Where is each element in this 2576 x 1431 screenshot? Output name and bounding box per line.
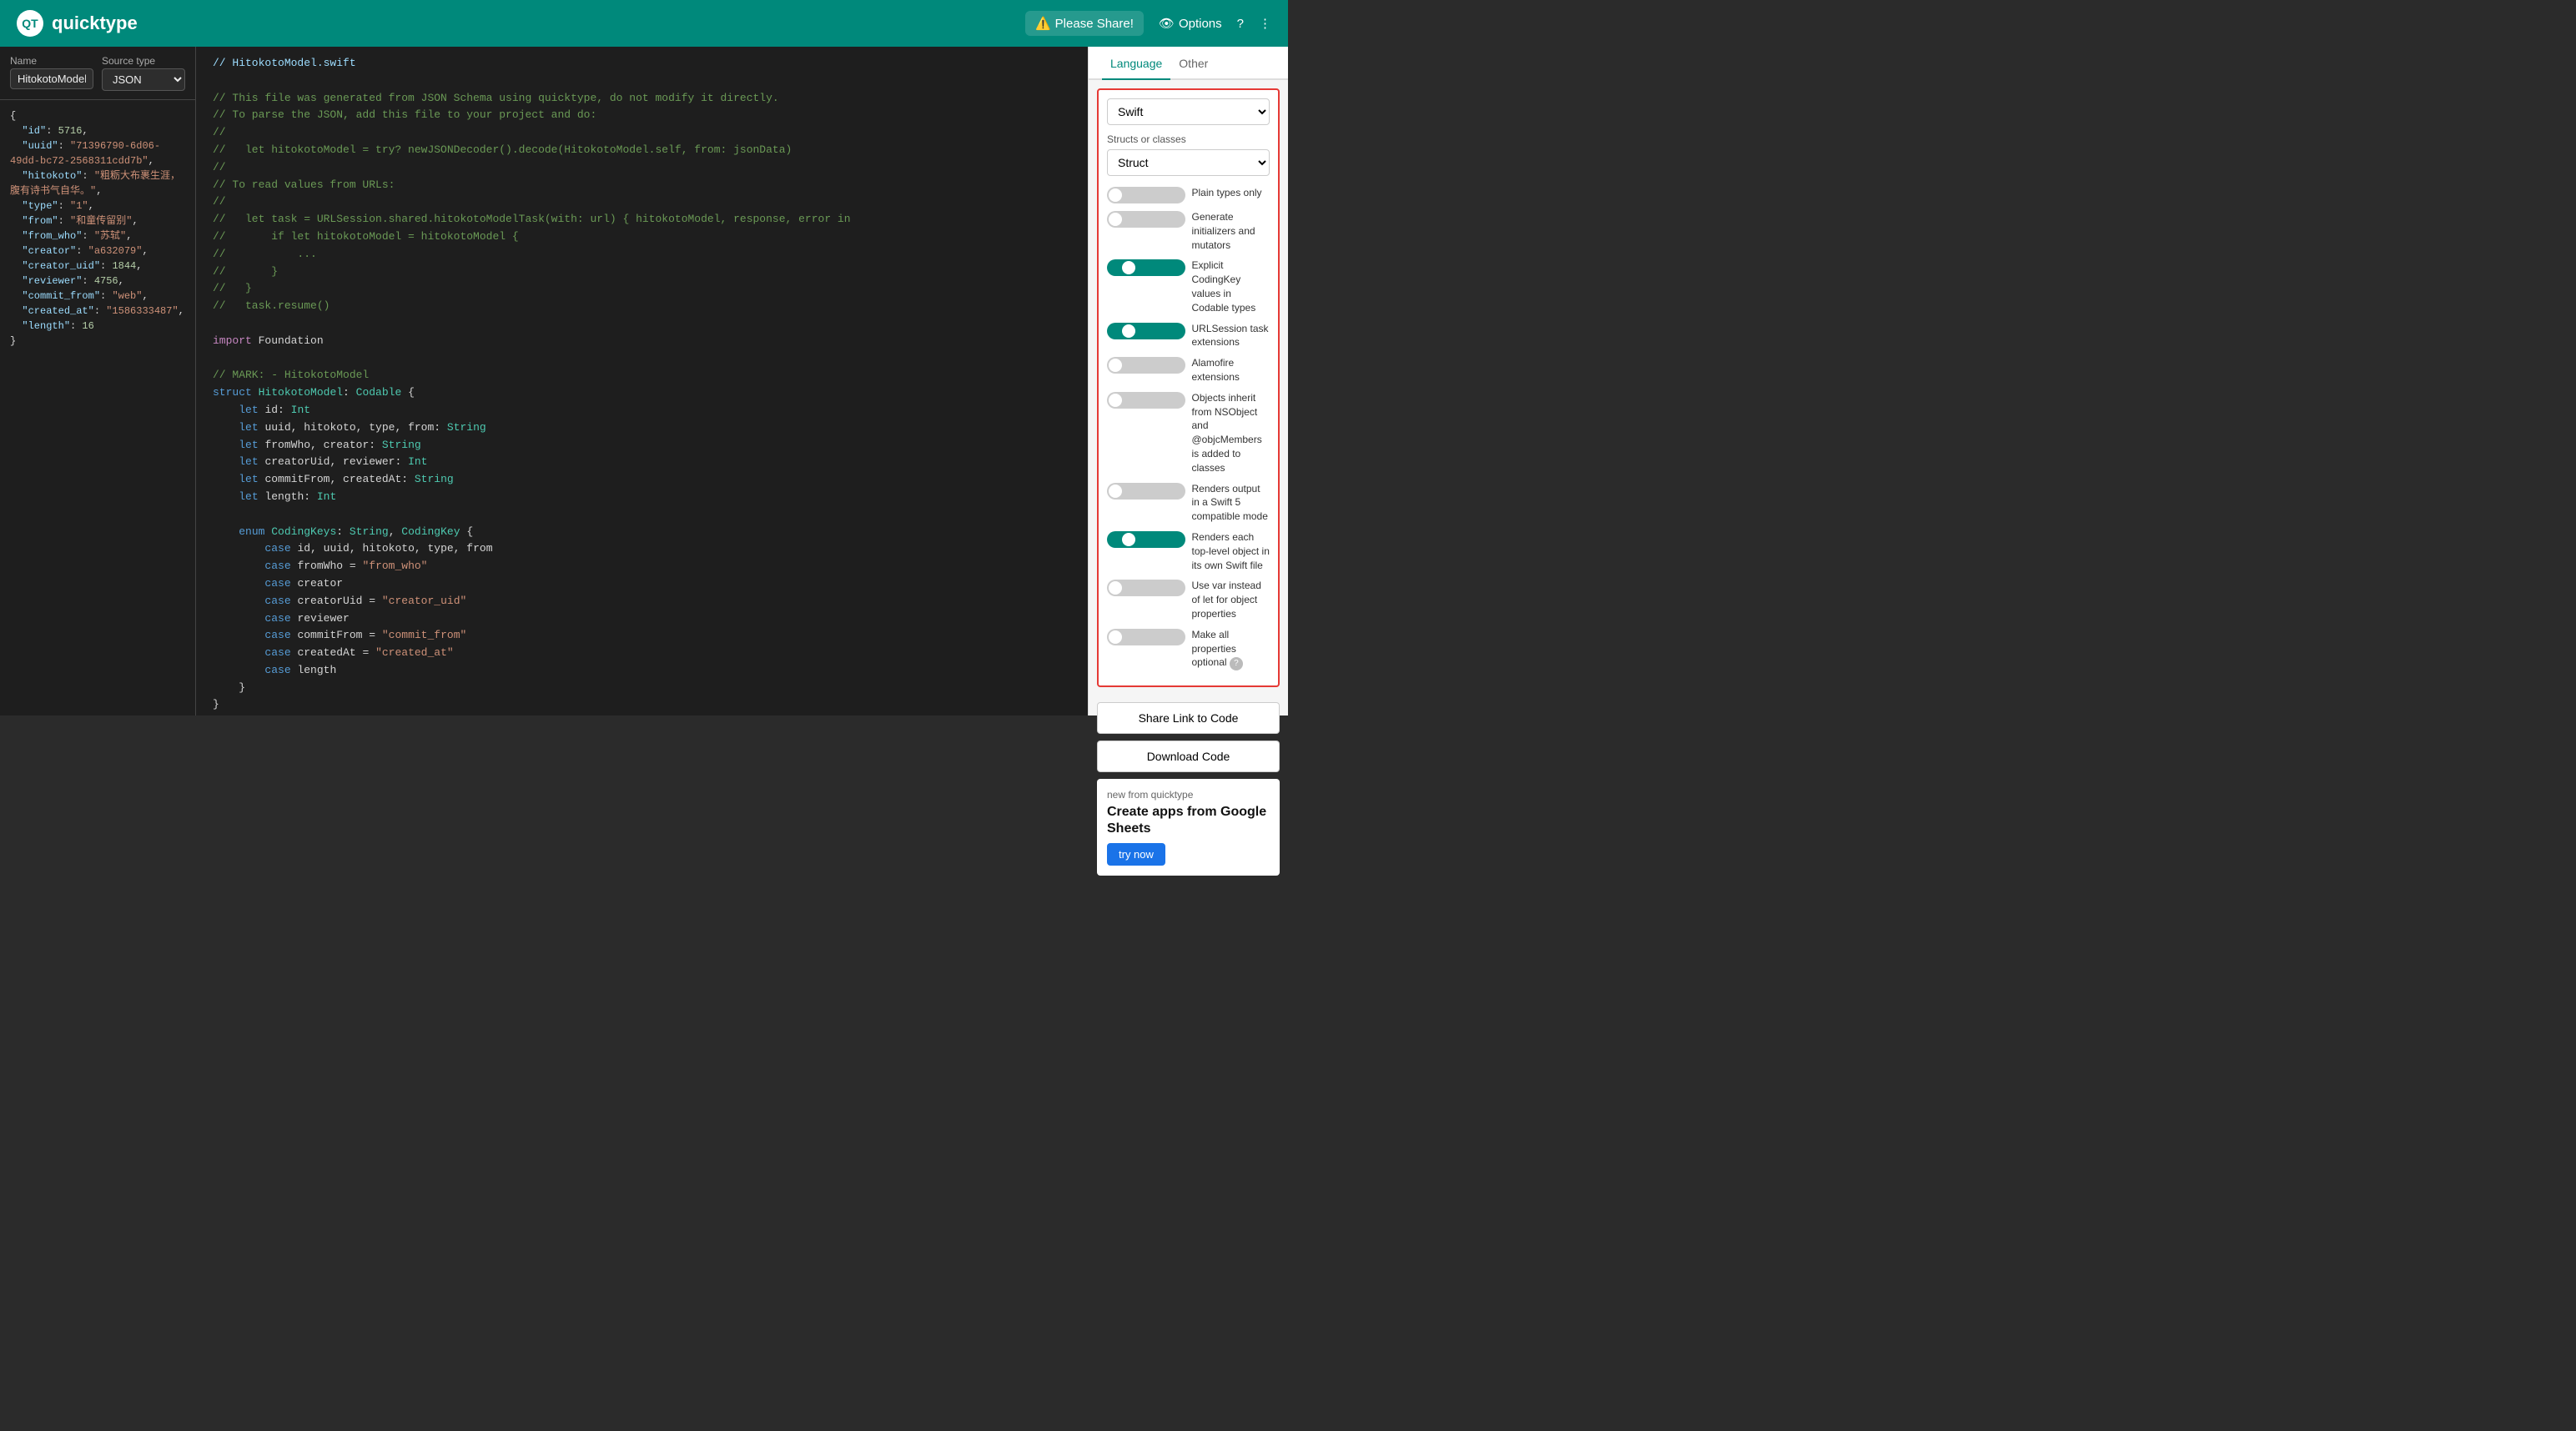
help-button[interactable]: ? bbox=[1237, 17, 1244, 31]
toggle-optional: Make all properties optional ? bbox=[1107, 628, 1270, 671]
action-buttons: Share Link to Code Download Code bbox=[1089, 695, 1288, 779]
warning-icon: ⚠️ bbox=[1035, 16, 1051, 31]
alamofire-toggle[interactable] bbox=[1107, 357, 1185, 374]
share-label: Please Share! bbox=[1055, 17, 1134, 31]
gen-comment: // This file was generated from JSON Sch… bbox=[213, 90, 1071, 108]
toggle-use-var: Use var instead of let for object proper… bbox=[1107, 579, 1270, 620]
plain-types-label: Plain types only bbox=[1192, 186, 1270, 200]
swift5-toggle[interactable] bbox=[1107, 483, 1185, 500]
download-button[interactable]: Download Code bbox=[1097, 741, 1280, 772]
logo-text: quicktype bbox=[52, 13, 138, 34]
left-panel-header: Name Source type JSON GraphQL TypeScript bbox=[0, 47, 195, 100]
eye-icon: 👁 bbox=[1159, 16, 1175, 31]
promo-section: new from quicktype Create apps from Goog… bbox=[1097, 779, 1280, 875]
top-level-label: Renders each top-level object in its own… bbox=[1192, 530, 1270, 572]
toggle-nsobject: Objects inherit from NSObject and @objcM… bbox=[1107, 391, 1270, 475]
source-section: Source type JSON GraphQL TypeScript bbox=[102, 55, 185, 91]
optional-help-icon[interactable]: ? bbox=[1230, 657, 1243, 670]
toggle-plain-types: Plain types only bbox=[1107, 186, 1270, 203]
logo-icon: QT bbox=[17, 10, 43, 37]
structs-label: Structs or classes bbox=[1107, 133, 1270, 145]
options-button[interactable]: 👁 Options bbox=[1159, 16, 1222, 31]
file-comment-1: // HitokotoModel.swift bbox=[213, 55, 1071, 73]
import-foundation: import Foundation bbox=[213, 333, 1071, 350]
explicit-coding-toggle[interactable] bbox=[1107, 259, 1185, 276]
alamofire-label: Alamofire extensions bbox=[1192, 356, 1270, 384]
toggle-explicit-coding: Explicit CodingKey values in Codable typ… bbox=[1107, 259, 1270, 314]
promo-sub: new from quicktype bbox=[1107, 789, 1270, 801]
use-var-toggle[interactable] bbox=[1107, 580, 1185, 596]
json-editor[interactable]: { "id": 5716, "uuid": "71396790-6d06-49d… bbox=[0, 100, 195, 716]
right-panel: Language Other Swift Kotlin TypeScript C… bbox=[1088, 47, 1288, 716]
source-type-select[interactable]: JSON GraphQL TypeScript bbox=[102, 68, 185, 91]
source-label: Source type bbox=[102, 55, 185, 67]
nsobject-label: Objects inherit from NSObject and @objcM… bbox=[1192, 391, 1270, 475]
code-panel: // HitokotoModel.swift // This file was … bbox=[196, 47, 1088, 716]
name-label: Name bbox=[10, 55, 93, 67]
use-var-label: Use var instead of let for object proper… bbox=[1192, 579, 1270, 620]
name-input[interactable] bbox=[10, 68, 93, 89]
main-layout: Name Source type JSON GraphQL TypeScript… bbox=[0, 47, 1288, 716]
optional-toggle[interactable] bbox=[1107, 629, 1185, 645]
language-select[interactable]: Swift Kotlin TypeScript C# Go Java Pytho… bbox=[1107, 98, 1270, 125]
menu-button[interactable]: ⋮ bbox=[1259, 16, 1271, 31]
name-section: Name bbox=[10, 55, 93, 91]
plain-types-toggle[interactable] bbox=[1107, 187, 1185, 203]
toggle-top-level: Renders each top-level object in its own… bbox=[1107, 530, 1270, 572]
top-level-toggle[interactable] bbox=[1107, 531, 1185, 548]
options-section: Swift Kotlin TypeScript C# Go Java Pytho… bbox=[1097, 88, 1280, 687]
explicit-coding-label: Explicit CodingKey values in Codable typ… bbox=[1192, 259, 1270, 314]
please-share-button[interactable]: ⚠️ Please Share! bbox=[1025, 11, 1144, 36]
mark-hitokoto: // MARK: - HitokotoModel bbox=[213, 367, 1071, 384]
try-now-button[interactable]: try now bbox=[1107, 843, 1165, 866]
toggle-swift5: Renders output in a Swift 5 compatible m… bbox=[1107, 482, 1270, 524]
gen-init-toggle[interactable] bbox=[1107, 211, 1185, 228]
swift5-label: Renders output in a Swift 5 compatible m… bbox=[1192, 482, 1270, 524]
header-right: ⚠️ Please Share! 👁 Options ? ⋮ bbox=[1025, 11, 1271, 36]
nsobject-toggle[interactable] bbox=[1107, 392, 1185, 409]
share-link-button[interactable]: Share Link to Code bbox=[1097, 702, 1280, 734]
left-panel: Name Source type JSON GraphQL TypeScript… bbox=[0, 47, 196, 716]
struct-select[interactable]: Struct Class bbox=[1107, 149, 1270, 176]
right-tabs: Language Other bbox=[1089, 47, 1288, 80]
options-label: Options bbox=[1179, 17, 1222, 31]
optional-label: Make all properties optional ? bbox=[1192, 628, 1270, 671]
urlsession-label: URLSession task extensions bbox=[1192, 322, 1270, 350]
toggle-urlsession: URLSession task extensions bbox=[1107, 322, 1270, 350]
promo-title: Create apps from Google Sheets bbox=[1107, 804, 1270, 836]
gen-init-label: Generate initializers and mutators bbox=[1192, 210, 1270, 252]
tab-language[interactable]: Language bbox=[1102, 47, 1170, 80]
tab-other[interactable]: Other bbox=[1170, 47, 1216, 80]
urlsession-toggle[interactable] bbox=[1107, 323, 1185, 339]
header-left: QT quicktype bbox=[17, 10, 138, 37]
header: QT quicktype ⚠️ Please Share! 👁 Options … bbox=[0, 0, 1288, 47]
toggle-gen-init: Generate initializers and mutators bbox=[1107, 210, 1270, 252]
toggle-alamofire: Alamofire extensions bbox=[1107, 356, 1270, 384]
